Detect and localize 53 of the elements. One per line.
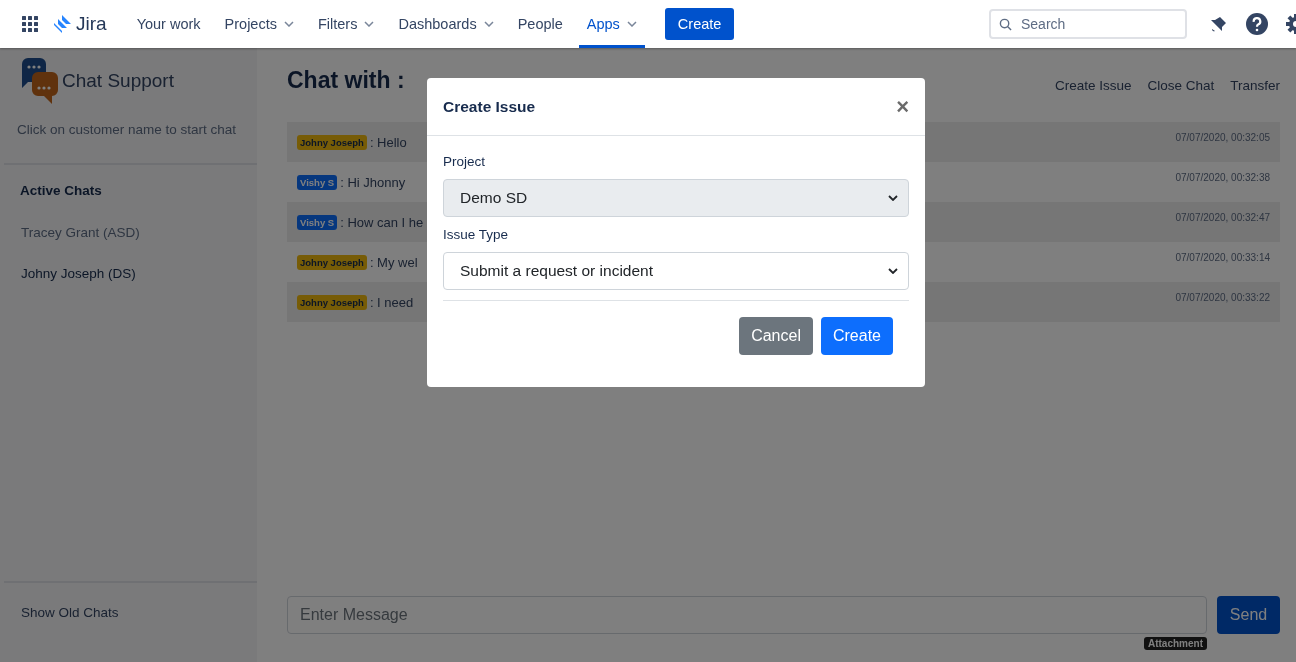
select-field[interactable]: Submit a request or incident bbox=[443, 252, 909, 290]
cancel-button[interactable]: Cancel bbox=[739, 317, 813, 355]
message-time: 07/07/2020, 00:32:38 bbox=[1175, 172, 1270, 183]
caret-icon bbox=[888, 268, 898, 274]
create-button[interactable]: Create bbox=[820, 317, 893, 355]
chat-bubbles-icon bbox=[20, 58, 60, 104]
nav-item[interactable]: Dashboards bbox=[390, 0, 502, 48]
chevron-down-icon bbox=[483, 21, 494, 27]
close-button[interactable]: × bbox=[896, 93, 909, 120]
create-button[interactable]: Create bbox=[664, 8, 735, 40]
app-title: Chat Support bbox=[62, 70, 174, 92]
chevron-down-icon bbox=[626, 21, 637, 27]
chat-title: Chat with : bbox=[287, 66, 405, 94]
nav-item[interactable]: Projects bbox=[216, 0, 302, 48]
message-time: 07/07/2020, 00:32:47 bbox=[1175, 212, 1270, 223]
nav-item[interactable]: Filters bbox=[309, 0, 383, 48]
chevron-down-icon bbox=[283, 21, 294, 27]
message-time: 07/07/2020, 00:33:22 bbox=[1175, 292, 1270, 303]
message-input[interactable]: Enter Message bbox=[287, 596, 1207, 634]
chevron-down-icon bbox=[364, 21, 375, 27]
message-text: : I need bbox=[369, 294, 414, 310]
sidebar-hint: Click on customer name to start chat bbox=[17, 122, 238, 137]
chat-action-link[interactable]: Transfer bbox=[1230, 77, 1280, 93]
sender-badge: Johny Joseph bbox=[297, 134, 367, 150]
app-switcher-icon[interactable] bbox=[22, 16, 38, 32]
sender-badge: Johny Joseph bbox=[297, 294, 367, 310]
sender-badge: Vishy S bbox=[297, 174, 338, 190]
chat-list-item[interactable]: Johny Joseph (DS) bbox=[0, 253, 257, 294]
attachment-tooltip: Attachment bbox=[1144, 637, 1207, 650]
chat-action-link[interactable]: Close Chat bbox=[1147, 77, 1215, 93]
sender-badge: Vishy S bbox=[297, 214, 338, 230]
field-label: Project bbox=[443, 154, 487, 169]
message-text: : Hi Jhonny bbox=[340, 174, 406, 190]
show-old-chats-link[interactable]: Show Old Chats bbox=[0, 583, 257, 662]
section-heading: Active Chats bbox=[20, 183, 103, 198]
message-time: 07/07/2020, 00:33:14 bbox=[1175, 252, 1270, 263]
caret-icon bbox=[888, 195, 898, 201]
message-time: 07/07/2020, 00:32:05 bbox=[1175, 132, 1270, 143]
message-text: : How can I he bbox=[340, 214, 424, 230]
send-button[interactable]: Send bbox=[1217, 596, 1280, 634]
field-label: Issue Type bbox=[443, 227, 510, 242]
help-icon[interactable] bbox=[1246, 13, 1268, 35]
chat-action-link[interactable]: Create Issue bbox=[1054, 77, 1132, 93]
message-text: : Hello bbox=[369, 134, 407, 150]
dialog-title: Create Issue bbox=[443, 97, 536, 116]
message-text: : My wel bbox=[369, 254, 418, 270]
nav-item[interactable]: Your work bbox=[128, 0, 209, 48]
nav-item[interactable]: People bbox=[509, 0, 571, 48]
product-name[interactable]: Jira bbox=[76, 13, 107, 35]
sender-badge: Johny Joseph bbox=[297, 254, 367, 270]
logo-icon[interactable] bbox=[52, 14, 72, 34]
search-field[interactable]: Search bbox=[989, 9, 1187, 39]
search-icon bbox=[999, 18, 1012, 31]
